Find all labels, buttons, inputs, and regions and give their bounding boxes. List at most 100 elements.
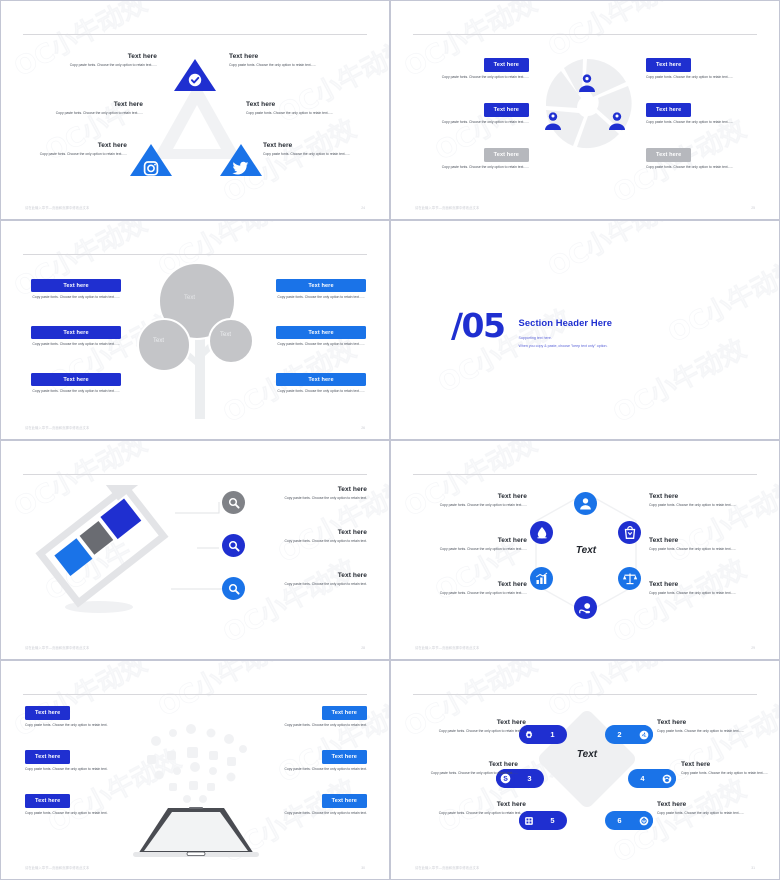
item-title: Text here [497,537,527,544]
slide-triangles[interactable]: OC小牛动效 OC小牛动效 OC小牛 OC小牛动效 Text here Copy… [0,0,390,220]
tilted-device-graphic [35,485,169,613]
item-body: Copy paste fonts. Choose the only option… [284,539,367,543]
section-header-block: /05 Section Header Here Supporting text … [451,309,613,348]
user-location-icon[interactable] [543,111,563,131]
header-rule [23,254,367,255]
item-button[interactable]: Text here [276,279,366,293]
text-block: Text here Copy paste fonts. Choose the o… [31,326,121,348]
section-subtitle-2: When you copy & paste, choose "keep text… [518,344,608,348]
item-body: Copy paste fonts. Choose the only option… [649,547,737,551]
slide-tablet[interactable]: OC小牛动效 OC小牛动效 OC小牛动效 OC小牛动效 OC小牛动效 Text … [0,660,390,880]
item-button[interactable]: Text here [483,148,529,162]
pill-number: 4 [640,774,645,783]
footer-note: 请在此输入章节—页面和页脚中修改此文本 [415,206,480,210]
slide-section-header[interactable]: OC小牛动效 OC小牛动效 OC小牛动效 OC小牛动效 /05 Section Hea… [390,220,780,440]
item-body: Copy paste fonts. Choose the only option… [284,722,367,727]
footer-note: 请在此输入章节—页面和页脚中修改此文本 [415,866,480,870]
user-location-icon[interactable] [607,111,627,131]
item-body: Copy paste fonts. Choose the only option… [439,503,527,507]
section-subtitle-1: Supporting text here. [518,336,552,340]
item-body: Copy paste fonts. Choose the only option… [284,496,367,500]
power-icon [634,811,653,830]
item-button[interactable]: Text here [321,794,367,808]
item-button[interactable]: Text here [25,794,71,808]
item-body: Copy paste fonts. Choose the only option… [439,547,527,551]
item-body: Copy paste fonts. Choose the only option… [681,771,769,775]
pill-item[interactable]: 1 [519,725,567,744]
text-block: Text here Copy paste fonts. Choose the o… [649,493,757,509]
item-title: Text here [97,142,127,149]
item-button[interactable]: Text here [25,706,71,720]
water-drop-icon[interactable] [530,521,553,544]
tree-label: Text [184,295,196,301]
footer-note: 请在此输入章节—页面和页脚中修改此文本 [25,866,90,870]
slide-hexagon[interactable]: OC小牛动效 OC小牛动效 OC小牛 OC小牛动效 Text Text here Co… [390,440,780,660]
instagram-icon[interactable] [129,143,173,177]
bar-chart-icon[interactable] [530,567,553,590]
text-block: Text here Copy paste fonts. Choose the o… [257,486,367,502]
item-button[interactable]: Text here [31,279,121,293]
item-button[interactable]: Text here [646,148,692,162]
section-title: Section Header Here [518,317,613,328]
text-block: Text here Copy paste fonts. Choose the o… [421,801,526,817]
item-body: Copy paste fonts. Choose the only option… [284,582,367,586]
text-block: Text here Copy paste fonts. Choose the o… [276,326,366,348]
item-button[interactable]: Text here [646,58,692,72]
check-circle-icon[interactable] [173,58,217,92]
item-button[interactable]: Text here [31,373,121,387]
slide-tree[interactable]: OC小牛动效 OC小牛动效 OC小牛动效 OC小牛动效 Text Text Text … [0,220,390,440]
search-icon[interactable] [222,534,245,557]
item-button[interactable]: Text here [483,58,529,72]
item-body: Copy paste fonts. Choose the only option… [646,164,734,169]
item-body: Copy paste fonts. Choose the only option… [439,591,527,595]
item-button[interactable]: Text here [321,750,367,764]
item-button[interactable]: Text here [483,103,529,117]
center-label: Text [575,545,597,556]
pill-item[interactable]: 5 [519,811,567,830]
slide-aperture[interactable]: OC小牛动效 OC小牛动效 OC小牛 OC小牛动效 Text here Copy… [390,0,780,220]
item-button[interactable]: Text here [276,373,366,387]
page-number: 26 [361,426,365,430]
item-button[interactable]: Text here [321,706,367,720]
item-button[interactable]: Text here [31,326,121,340]
pill-number: 6 [617,816,622,825]
pill-item[interactable]: 4 [628,769,676,788]
header-rule [23,694,367,695]
scales-icon[interactable] [618,567,641,590]
header-rule [23,34,367,35]
item-title: Text here [657,801,687,808]
item-body: Copy paste fonts. Choose the only option… [229,63,317,67]
pill-item[interactable]: 2 [605,725,653,744]
item-button[interactable]: Text here [276,326,366,340]
item-title: Text here [681,761,711,768]
text-block: Text here Copy paste fonts. Choose the o… [657,719,762,735]
hand-money-icon[interactable] [574,596,597,619]
item-button[interactable]: Text here [25,750,71,764]
item-title: Text here [657,719,687,726]
item-title: Text here [496,801,526,808]
item-button[interactable]: Text here [646,103,692,117]
user-icon[interactable] [574,492,597,515]
pill-item[interactable]: 6 [605,811,653,830]
pill-number: 1 [550,730,555,739]
item-title: Text here [649,581,679,588]
item-body: Copy paste fonts. Choose the only option… [657,811,745,815]
search-icon[interactable] [222,577,245,600]
item-title: Text here [496,719,526,726]
pill-number: 3 [527,774,532,783]
pill-number: 5 [550,816,555,825]
item-body: Copy paste fonts. Choose the only option… [263,152,351,156]
text-block: Text here Copy paste fonts. Choose the o… [255,745,367,772]
slide-numbered-pills[interactable]: OC小牛动效 OC小牛动效 OC小牛动效 OC小牛动效 OC小牛动效 Text 1 3 … [390,660,780,880]
shopping-bag-icon[interactable] [618,521,641,544]
item-body: Copy paste fonts. Choose the only option… [32,295,120,300]
text-block: Text here Copy paste fonts. Choose the o… [31,373,121,395]
search-icon[interactable] [222,491,245,514]
user-settings-icon[interactable] [577,73,597,93]
twitter-icon[interactable] [219,143,263,177]
text-block: Text here Copy paste fonts. Choose the o… [419,98,529,125]
slide-device-magnifier[interactable]: OC小牛动效 OC小牛动效 OC小牛 OC小牛动效 Text here Copy… [0,440,390,660]
item-body: Copy paste fonts. Choose the only option… [657,729,745,733]
text-block: Text here Copy paste fonts. Choose the o… [419,53,529,80]
item-body: Copy paste fonts. Choose the only option… [284,810,367,815]
